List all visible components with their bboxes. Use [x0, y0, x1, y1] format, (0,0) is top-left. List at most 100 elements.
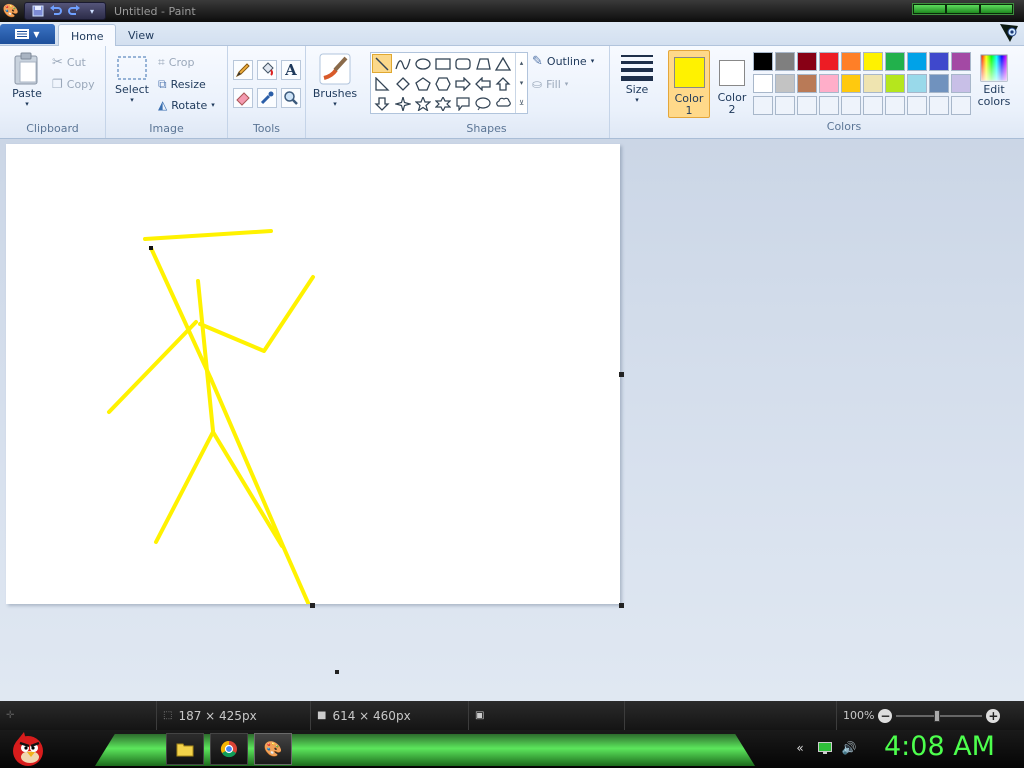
diamond-shape-icon[interactable] [393, 74, 413, 93]
cut-button[interactable]: ✂ Cut [52, 53, 86, 71]
custom-color-slot[interactable] [775, 96, 795, 115]
right-triangle-shape-icon[interactable] [372, 74, 392, 93]
cloud-callout-shape-icon[interactable] [493, 94, 513, 113]
pencil-icon[interactable] [233, 60, 253, 80]
size-button[interactable]: Size ▾ [616, 54, 658, 104]
palette-swatch[interactable] [863, 74, 883, 93]
help-icon[interactable] [998, 22, 1020, 44]
four-point-star-shape-icon[interactable] [393, 94, 413, 113]
select-button[interactable]: Select ▾ [114, 54, 150, 104]
color2-button[interactable]: Color 2 [714, 54, 750, 120]
paint-menu-button[interactable]: ▼ [0, 24, 55, 44]
custom-color-slot[interactable] [753, 96, 773, 115]
palette-swatch[interactable] [841, 74, 861, 93]
palette-swatch[interactable] [951, 52, 971, 71]
resize-button[interactable]: ⧉ Resize [158, 75, 206, 93]
text-tool-icon[interactable]: A [281, 60, 301, 80]
edit-colors-button[interactable]: Edit colors [974, 54, 1014, 108]
palette-swatch[interactable] [863, 52, 883, 71]
shapes-more-icon[interactable]: ⊻ [515, 93, 527, 113]
custom-color-slot[interactable] [797, 96, 817, 115]
palette-swatch[interactable] [775, 52, 795, 71]
outline-button[interactable]: ✎ Outline ▾ [532, 52, 594, 70]
palette-swatch[interactable] [819, 52, 839, 71]
start-button-angry-bird-icon[interactable] [6, 730, 48, 768]
left-arrow-shape-icon[interactable] [473, 74, 493, 93]
crop-button[interactable]: ⌗ Crop [158, 53, 194, 71]
color-picker-icon[interactable] [257, 88, 277, 108]
magnifier-icon[interactable] [281, 88, 301, 108]
eraser-icon[interactable] [233, 88, 253, 108]
line-shape-icon[interactable] [372, 54, 392, 73]
custom-color-slot[interactable] [885, 96, 905, 115]
rectangle-shape-icon[interactable] [433, 54, 453, 73]
resize-handle-corner[interactable] [619, 603, 624, 608]
drawing-canvas[interactable] [6, 144, 620, 607]
palette-swatch[interactable] [753, 74, 773, 93]
hexagon-shape-icon[interactable] [433, 74, 453, 93]
five-point-star-shape-icon[interactable] [413, 94, 433, 113]
rounded-callout-shape-icon[interactable] [453, 94, 473, 113]
taskbar-clock[interactable]: 4:08 AM [884, 731, 995, 762]
rotate-button[interactable]: ◭ Rotate ▾ [158, 96, 215, 114]
palette-swatch[interactable] [907, 74, 927, 93]
shapes-scroll-up-icon[interactable]: ▴ [515, 53, 527, 73]
tray-volume-icon[interactable]: 🔊 [841, 740, 857, 756]
palette-swatch[interactable] [841, 52, 861, 71]
palette-swatch[interactable] [929, 52, 949, 71]
shapes-scroll-down-icon[interactable]: ▾ [515, 73, 527, 93]
redo-icon[interactable] [65, 3, 83, 19]
down-arrow-shape-icon[interactable] [372, 94, 392, 113]
palette-swatch[interactable] [929, 74, 949, 93]
fill-button[interactable]: ⛀ Fill ▾ [532, 75, 568, 93]
zoom-slider[interactable] [896, 709, 983, 723]
resize-handle-right[interactable] [619, 372, 624, 377]
triangle-shape-icon[interactable] [493, 54, 513, 73]
tab-home[interactable]: Home [58, 24, 117, 47]
save-icon[interactable] [29, 3, 47, 19]
polygon-shape-icon[interactable] [473, 54, 493, 73]
palette-swatch[interactable] [819, 74, 839, 93]
copy-button[interactable]: ❐ Copy [52, 75, 95, 93]
custom-color-slot[interactable] [841, 96, 861, 115]
fill-bucket-icon[interactable] [257, 60, 277, 80]
zoom-in-icon[interactable]: + [986, 708, 1001, 723]
curve-shape-icon[interactable] [393, 54, 413, 73]
right-arrow-shape-icon[interactable] [453, 74, 473, 93]
zoom-slider-thumb[interactable] [934, 709, 941, 722]
line-endpoint-handle[interactable] [149, 246, 153, 250]
custom-color-slot[interactable] [929, 96, 949, 115]
window-controls[interactable] [912, 3, 1014, 15]
pentagon-shape-icon[interactable] [413, 74, 433, 93]
custom-color-slot[interactable] [907, 96, 927, 115]
palette-swatch[interactable] [951, 74, 971, 93]
paste-button[interactable]: Paste ▾ [8, 52, 46, 108]
close-button[interactable] [980, 5, 1012, 13]
custom-color-slot[interactable] [951, 96, 971, 115]
undo-icon[interactable] [47, 3, 65, 19]
rounded-rectangle-shape-icon[interactable] [453, 54, 473, 73]
palette-swatch[interactable] [797, 74, 817, 93]
palette-swatch[interactable] [797, 52, 817, 71]
oval-callout-shape-icon[interactable] [473, 94, 493, 113]
palette-swatch[interactable] [885, 52, 905, 71]
resize-handle-bottom[interactable] [310, 603, 315, 608]
brushes-button[interactable]: Brushes ▾ [312, 52, 358, 108]
maximize-button[interactable] [947, 5, 979, 13]
tray-network-icon[interactable] [817, 740, 833, 756]
palette-swatch[interactable] [775, 74, 795, 93]
six-point-star-shape-icon[interactable] [433, 94, 453, 113]
palette-swatch[interactable] [907, 52, 927, 71]
oval-shape-icon[interactable] [413, 54, 433, 73]
up-arrow-shape-icon[interactable] [493, 74, 513, 93]
customize-toolbar-chevron-icon[interactable]: ▾ [83, 3, 101, 19]
taskbar-explorer-button[interactable] [166, 733, 204, 765]
taskbar-paint-button[interactable]: 🎨 [254, 733, 292, 765]
palette-swatch[interactable] [885, 74, 905, 93]
palette-swatch[interactable] [753, 52, 773, 71]
color1-button[interactable]: Color 1 [668, 50, 710, 118]
taskbar-chrome-button[interactable] [210, 733, 248, 765]
tab-view[interactable]: View [116, 24, 166, 46]
tray-arrow-icon[interactable]: « [792, 740, 808, 756]
paint-app-icon[interactable]: 🎨 [2, 3, 20, 19]
